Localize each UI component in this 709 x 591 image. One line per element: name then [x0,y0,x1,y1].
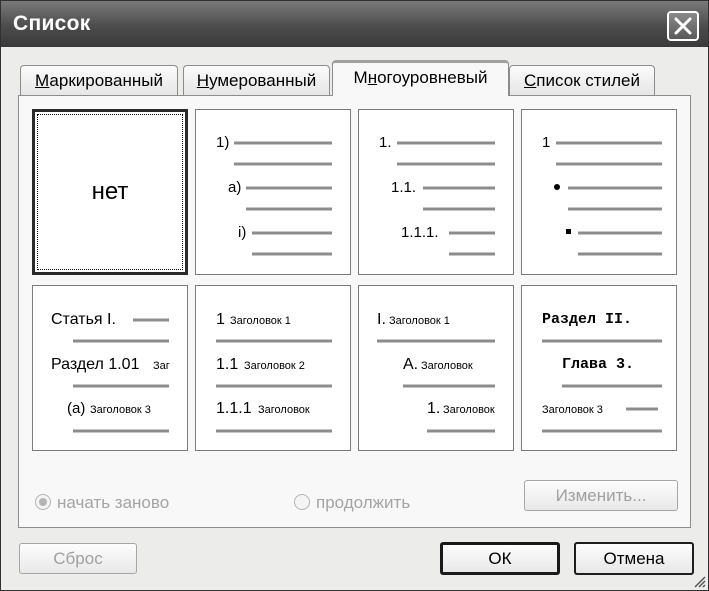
square-bullet-icon [566,229,571,234]
list-style-paren-numbers[interactable]: 1) a) i) [195,109,351,275]
level-1-marker: 1) [216,134,229,151]
tab-list-styles[interactable]: Список стилей [509,65,655,95]
level-1-text: Раздел II. [542,311,632,328]
level-1-number: I. [377,311,386,328]
list-preview: I. Заголовок 1 A. Заголовок 1. Заголовок [377,311,495,433]
title-bar[interactable]: Список [1,1,708,47]
level-2-marker: 1.1. [391,179,416,196]
radio-unchecked-icon [294,494,310,510]
resize-grip-icon[interactable] [693,575,707,589]
list-style-none[interactable]: нет [32,109,188,275]
list-style-decimal-outline[interactable]: 1. 1.1. 1.1.1. [358,109,514,275]
level-2-heading: Заг [153,360,170,372]
level-1-marker: 1. [379,134,392,151]
level-3-text: (a) [67,400,85,417]
list-dialog: Список Маркированный Нумерованный Многоу… [0,0,709,591]
level-2-marker: a) [228,179,241,196]
level-3-heading: Заголовок 3 [90,404,151,416]
list-preview: 1) a) i) [216,134,332,256]
level-3-heading: Заголовок [443,404,495,416]
close-button[interactable] [667,11,699,41]
level-2-text: Глава 3. [562,356,634,373]
continue-numbering-radio[interactable]: продолжить [294,493,410,513]
level-1-marker: 1 [542,134,550,151]
tab-panel: нет 1) a) i) 1. 1.1. 1.1.1. 1 Статья I. … [18,95,691,528]
tab-bulleted[interactable]: Маркированный [20,65,178,95]
none-label: нет [91,178,129,205]
level-2-number: A. [403,356,418,373]
list-style-mixed-bullets[interactable]: 1 [521,109,677,275]
list-style-heading-numbers[interactable]: 1 Заголовок 1 1.1 Заголовок 2 1.1.1 Заго… [195,285,351,451]
level-3-number: 1. [427,400,440,417]
level-2-heading: Заголовок 2 [244,360,305,372]
list-preview: 1 [542,134,662,256]
level-1-heading: Заголовок 1 [389,315,450,327]
level-1-text: Статья I. [51,311,116,328]
list-preview: Статья I. Раздел 1.01 Заг (a) Заголовок … [51,311,170,433]
restart-numbering-radio[interactable]: начать заново [35,493,169,513]
ok-button[interactable]: ОК [440,542,560,575]
list-style-roman-alpha[interactable]: I. Заголовок 1 A. Заголовок 1. Заголовок [358,285,514,451]
cancel-button[interactable]: Отмена [574,542,694,575]
level-3-heading: Заголовок [258,404,310,416]
level-3-marker: i) [238,224,246,241]
level-2-heading: Заголовок [421,360,473,372]
close-icon [674,17,692,35]
reset-button[interactable]: Сброс [19,543,137,574]
window-title: Список [13,12,91,35]
bullet-icon [554,184,560,190]
tab-multilevel[interactable]: Многоуровневый [332,60,509,96]
list-preview: 1 Заголовок 1 1.1 Заголовок 2 1.1.1 Заго… [216,311,332,433]
list-preview: 1. 1.1. 1.1.1. [379,134,495,256]
tab-numbered[interactable]: Нумерованный [183,65,330,95]
level-1-number: 1 [216,311,225,328]
level-3-number: 1.1.1 [216,400,252,417]
level-2-text: Раздел 1.01 [51,356,140,373]
list-preview: Раздел II. Глава 3. Заголовок 3 [542,311,662,433]
change-button[interactable]: Изменить... [524,480,678,511]
level-3-heading: Заголовок 3 [542,404,603,416]
list-style-article-section[interactable]: Статья I. Раздел 1.01 Заг (a) Заголовок … [32,285,188,451]
radio-checked-icon [35,494,51,510]
level-2-number: 1.1 [216,356,238,373]
list-style-section-chapter[interactable]: Раздел II. Глава 3. Заголовок 3 [521,285,677,451]
level-1-heading: Заголовок 1 [230,315,291,327]
level-3-marker: 1.1.1. [401,224,439,241]
